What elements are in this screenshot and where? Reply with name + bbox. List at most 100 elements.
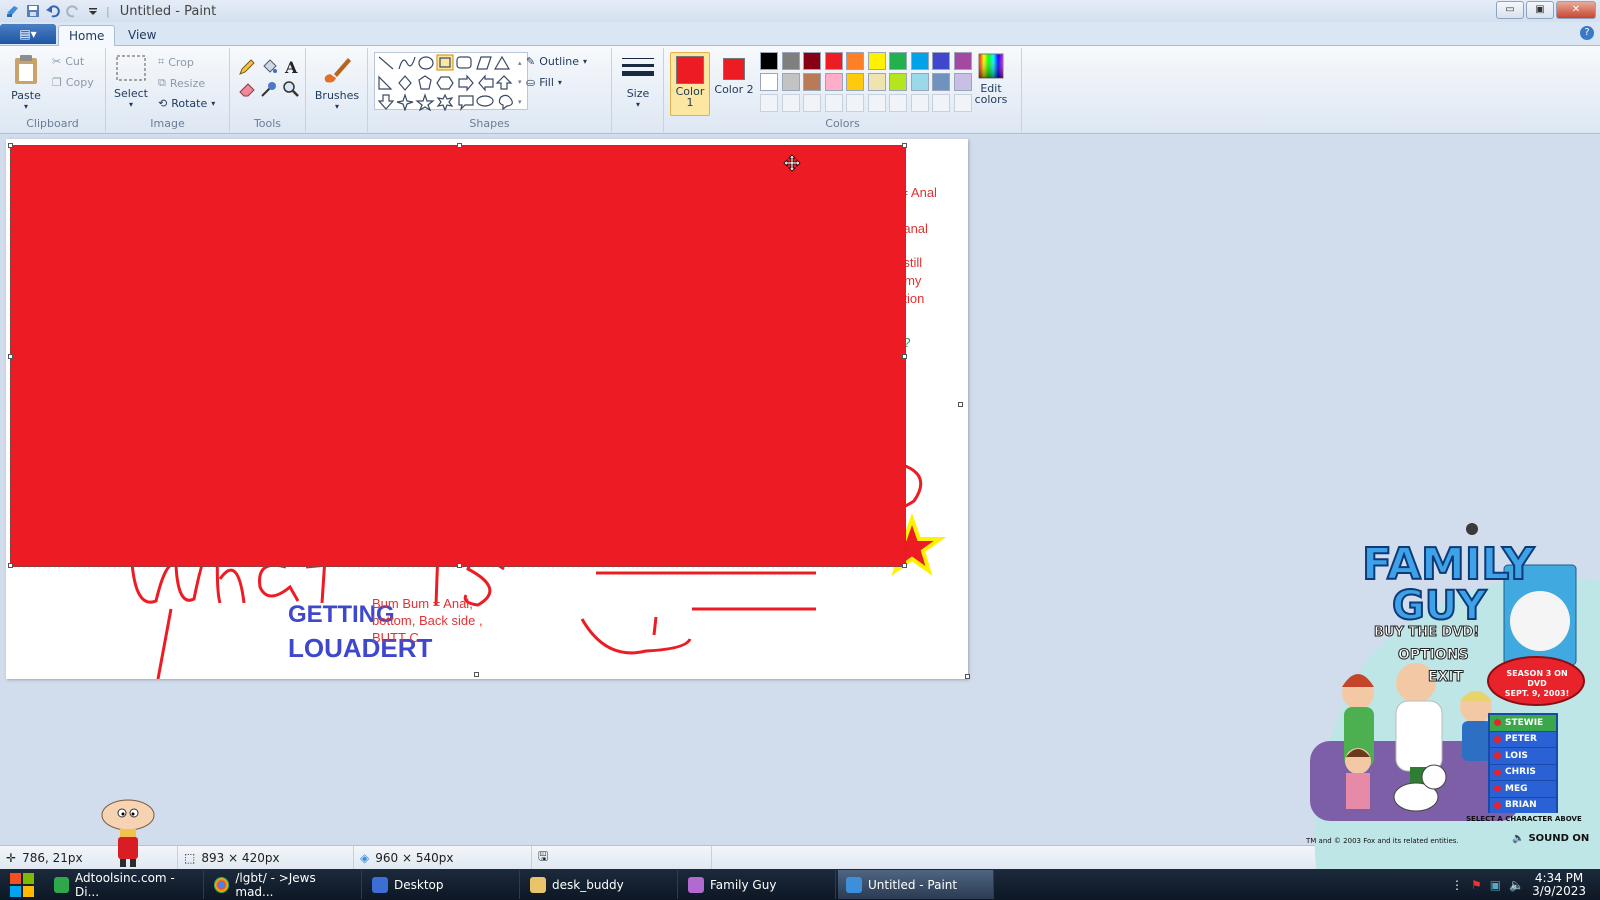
save-icon[interactable] xyxy=(26,4,40,18)
network-icon[interactable]: ▣ xyxy=(1490,878,1501,892)
palette-swatch[interactable] xyxy=(932,52,950,70)
palette-swatch[interactable] xyxy=(953,52,972,70)
exit-link[interactable]: EXIT xyxy=(1427,669,1463,686)
canvas-resize-handle-bottom[interactable] xyxy=(474,672,479,677)
eraser-icon[interactable] xyxy=(238,80,256,98)
custom-color-slot[interactable] xyxy=(781,94,800,112)
taskbar-item-family-guy[interactable]: Family Guy xyxy=(680,870,836,899)
crop-button[interactable]: ⌗ Crop xyxy=(158,55,194,69)
selection-handle-left[interactable] xyxy=(8,354,13,359)
customize-quick-access-icon[interactable] xyxy=(86,4,100,18)
select-button[interactable]: Select ▾ xyxy=(112,54,150,109)
custom-color-slot[interactable] xyxy=(760,94,778,112)
palette-swatch[interactable] xyxy=(932,73,950,91)
custom-color-slot[interactable] xyxy=(910,94,929,112)
palette-swatch[interactable] xyxy=(889,73,907,91)
paste-button[interactable]: Paste ▾ xyxy=(6,54,46,111)
palette-swatch[interactable] xyxy=(781,73,800,91)
taskbar-item-lgbt[interactable]: /lgbt/ - >Jews mad... xyxy=(206,870,362,899)
character-button-meg[interactable]: MEG xyxy=(1490,781,1556,797)
copy-button[interactable]: ❐ Copy xyxy=(52,76,94,89)
taskbar-item-adtools[interactable]: Adtoolsinc.com - Di... xyxy=(46,870,204,899)
taskbar-item-desktop[interactable]: Desktop xyxy=(364,870,520,899)
stewie-desk-buddy-sprite[interactable] xyxy=(98,797,158,869)
character-button-brian[interactable]: BRIAN xyxy=(1490,797,1556,813)
red-selection-rectangle[interactable] xyxy=(8,143,907,568)
palette-swatch[interactable] xyxy=(867,73,886,91)
maximize-button[interactable]: ▣ xyxy=(1526,1,1554,19)
palette-swatch[interactable] xyxy=(889,52,907,70)
redo-icon[interactable] xyxy=(66,4,80,18)
text-tool-icon[interactable]: A xyxy=(282,58,300,76)
palette-swatch[interactable] xyxy=(824,52,843,70)
palette-swatch[interactable] xyxy=(846,73,864,91)
color1-button[interactable]: Color 1 xyxy=(670,52,710,116)
start-button[interactable] xyxy=(0,869,44,900)
file-menu-button[interactable]: ▤▾ xyxy=(0,24,56,44)
color2-button[interactable]: Color 2 xyxy=(714,52,754,95)
image-group-label: Image xyxy=(150,117,185,130)
palette-swatch[interactable] xyxy=(781,52,800,70)
custom-color-slot[interactable] xyxy=(867,94,886,112)
selection-handle-top[interactable] xyxy=(457,143,462,148)
help-icon[interactable]: ? xyxy=(1580,26,1594,40)
tray-overflow-icon[interactable]: ⋮ xyxy=(1451,878,1463,892)
paint-app-icon[interactable] xyxy=(6,4,20,18)
character-button-peter[interactable]: PETER xyxy=(1490,731,1556,747)
character-button-lois[interactable]: LOIS xyxy=(1490,748,1556,764)
palette-swatch[interactable] xyxy=(803,73,821,91)
custom-color-slot[interactable] xyxy=(953,94,972,112)
selection-handle-right[interactable] xyxy=(902,354,907,359)
palette-swatch[interactable] xyxy=(846,52,864,70)
character-button-chris[interactable]: CHRIS xyxy=(1490,764,1556,780)
selection-handle-top-left[interactable] xyxy=(8,143,13,148)
volume-icon[interactable]: 🔈 xyxy=(1509,878,1524,892)
palette-swatch[interactable] xyxy=(910,52,929,70)
cut-button[interactable]: ✂ Cut xyxy=(52,55,84,68)
palette-swatch[interactable] xyxy=(760,73,778,91)
canvas-resize-handle-corner[interactable] xyxy=(965,674,970,679)
edit-colors-button[interactable]: Edit colors xyxy=(970,52,1012,105)
magnifier-icon[interactable] xyxy=(282,80,300,98)
taskbar-item-label: Untitled - Paint xyxy=(868,877,958,892)
selection-handle-top-right[interactable] xyxy=(902,143,907,148)
minimize-button[interactable]: ▭ xyxy=(1496,1,1524,19)
action-center-flag-icon[interactable]: ⚑ xyxy=(1471,878,1482,892)
tab-home[interactable]: Home xyxy=(58,25,116,46)
options-link[interactable]: OPTIONS xyxy=(1398,647,1470,664)
selection-handle-bottom-left[interactable] xyxy=(8,563,13,568)
palette-swatch[interactable] xyxy=(953,73,972,91)
character-button-stewie[interactable]: STEWIE xyxy=(1490,715,1556,731)
sound-toggle[interactable]: 🔈 SOUND ON xyxy=(1512,833,1589,844)
family-guy-widget[interactable]: FAMILY GUY BUY THE DVD! OPTIONS EXIT SEA… xyxy=(1306,521,1600,869)
custom-color-slot[interactable] xyxy=(846,94,864,112)
selection-handle-bottom-right[interactable] xyxy=(902,563,907,568)
fill-bucket-icon[interactable] xyxy=(260,58,278,76)
size-button[interactable]: Size ▾ xyxy=(618,54,658,109)
custom-color-slot[interactable] xyxy=(803,94,821,112)
fill-dropdown[interactable]: ⛀ Fill ▾ xyxy=(526,76,562,89)
custom-color-slot[interactable] xyxy=(889,94,907,112)
outline-dropdown[interactable]: ✎ Outline ▾ xyxy=(526,55,587,68)
selection-handle-bottom[interactable] xyxy=(457,563,462,568)
palette-swatch[interactable] xyxy=(803,52,821,70)
palette-swatch[interactable] xyxy=(910,73,929,91)
pencil-icon[interactable] xyxy=(238,58,256,76)
rotate-button[interactable]: ⟲ Rotate ▾ xyxy=(158,97,215,110)
taskbar-item-desk-buddy[interactable]: desk_buddy xyxy=(522,870,678,899)
taskbar-item-paint[interactable]: Untitled - Paint xyxy=(838,870,994,899)
tab-view[interactable]: View xyxy=(118,25,166,46)
palette-swatch[interactable] xyxy=(867,52,886,70)
close-button[interactable]: ✕ xyxy=(1556,1,1596,19)
custom-color-slot[interactable] xyxy=(932,94,950,112)
palette-swatch[interactable] xyxy=(824,73,843,91)
color-picker-icon[interactable] xyxy=(260,80,278,98)
palette-swatch[interactable] xyxy=(760,52,778,70)
undo-icon[interactable] xyxy=(46,4,60,18)
canvas-resize-handle-right[interactable] xyxy=(958,402,963,407)
buy-dvd-link[interactable]: BUY THE DVD! xyxy=(1373,625,1479,641)
custom-color-slot[interactable] xyxy=(824,94,843,112)
clock[interactable]: 4:34 PM 3/9/2023 xyxy=(1532,871,1586,898)
resize-button[interactable]: ⧉ Resize xyxy=(158,76,205,90)
brushes-button[interactable]: Brushes ▾ xyxy=(312,54,362,111)
